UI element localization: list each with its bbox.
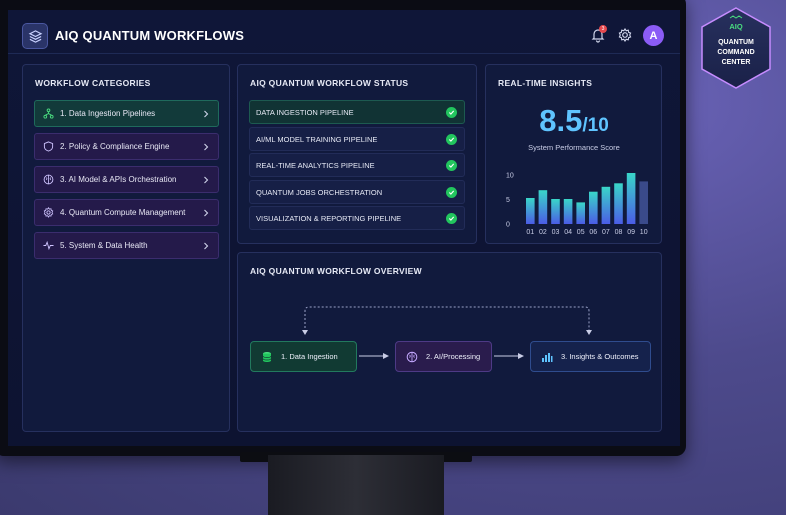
badge-logo-text: AIQ bbox=[729, 22, 743, 31]
x-tick-label: 03 bbox=[552, 229, 560, 236]
chart-bar bbox=[526, 198, 535, 224]
x-tick-label: 08 bbox=[615, 229, 623, 236]
chart-bar bbox=[538, 190, 548, 224]
y-tick-label: 0 bbox=[506, 222, 510, 229]
avatar[interactable]: A bbox=[643, 25, 664, 46]
gear-icon[interactable] bbox=[617, 27, 633, 43]
chart-bar bbox=[614, 183, 623, 224]
category-label: 4. Quantum Compute Management bbox=[60, 208, 186, 217]
arrow-down-icon bbox=[586, 330, 592, 335]
check-icon bbox=[446, 212, 457, 224]
chevron-right-icon bbox=[204, 110, 209, 117]
flow-node-ai-processing[interactable]: 2. AI/Processing bbox=[395, 341, 492, 372]
pulse-icon bbox=[43, 240, 54, 251]
panel-title: WORKFLOW CATEGORIES bbox=[35, 78, 151, 88]
category-label: 2. Policy & Compliance Engine bbox=[60, 142, 170, 151]
x-tick-label: 02 bbox=[539, 229, 547, 236]
monitor-stand bbox=[268, 455, 444, 515]
chart-bar bbox=[639, 181, 648, 224]
workflow-categories-panel: WORKFLOW CATEGORIES 1. Data Ingestion Pi… bbox=[22, 64, 230, 432]
check-icon bbox=[446, 133, 457, 145]
x-tick-label: 04 bbox=[564, 229, 572, 236]
chart-bar bbox=[589, 191, 598, 224]
chart-bar bbox=[551, 199, 560, 224]
chart-bar bbox=[563, 199, 573, 224]
y-tick-label: 5 bbox=[506, 197, 510, 204]
x-tick-label: 07 bbox=[602, 229, 610, 236]
panel-title: REAL-TIME INSIGHTS bbox=[498, 78, 593, 88]
status-label: DATA INGESTION PIPELINE bbox=[256, 107, 354, 117]
status-label: REAL-TIME ANALYTICS PIPELINE bbox=[256, 160, 375, 170]
badge-line-3: CENTER bbox=[721, 59, 751, 66]
brain-icon bbox=[43, 174, 54, 185]
flow-node-data-ingestion[interactable]: 1. Data Ingestion bbox=[250, 341, 357, 372]
score-suffix: /10 bbox=[582, 115, 609, 136]
chevron-right-icon bbox=[204, 242, 209, 249]
status-label: AI/ML MODEL TRAINING PIPELINE bbox=[256, 134, 378, 144]
category-label: 1. Data Ingestion Pipelines bbox=[60, 109, 156, 118]
app-header: AIQ QUANTUM WORKFLOWS 3 A bbox=[8, 10, 680, 54]
y-tick-label: 10 bbox=[506, 173, 514, 180]
chevron-right-icon bbox=[204, 209, 209, 216]
category-item-ai-model-orchestration[interactable]: 3. AI Model & APIs Orchestration bbox=[34, 166, 219, 193]
check-icon bbox=[446, 159, 457, 171]
chevron-right-icon bbox=[204, 143, 209, 150]
category-item-quantum-compute[interactable]: 4. Quantum Compute Management bbox=[34, 199, 219, 226]
status-row[interactable]: REAL-TIME ANALYTICS PIPELINE bbox=[249, 153, 465, 177]
gear-icon bbox=[43, 207, 54, 218]
database-icon bbox=[262, 351, 272, 362]
layers-logo-icon[interactable] bbox=[22, 23, 48, 49]
category-label: 5. System & Data Health bbox=[60, 241, 148, 250]
score-caption: System Performance Score bbox=[528, 143, 620, 152]
panel-title: AIQ QUANTUM WORKFLOW STATUS bbox=[250, 78, 409, 88]
x-tick-label: 09 bbox=[627, 229, 635, 236]
realtime-insights-panel: REAL-TIME INSIGHTS 8.5/10 System Perform… bbox=[485, 64, 662, 244]
arrow-down-icon bbox=[302, 330, 308, 335]
shield-icon bbox=[43, 141, 54, 152]
network-icon bbox=[43, 108, 54, 119]
chart-bar bbox=[601, 186, 611, 224]
app-title: AIQ QUANTUM WORKFLOWS bbox=[55, 28, 245, 43]
feedback-loop-line bbox=[304, 306, 590, 332]
status-label: VISUALIZATION & REPORTING PIPELINE bbox=[256, 213, 402, 223]
check-icon bbox=[446, 186, 457, 198]
performance-bar-chart: 10 5 0 01 02 03 04 05 06 07 08 09 10 bbox=[506, 173, 648, 236]
bar-chart-icon bbox=[542, 352, 553, 362]
status-row[interactable]: DATA INGESTION PIPELINE bbox=[249, 100, 465, 124]
flow-node-insights-outcomes[interactable]: 3. Insights & Outcomes bbox=[530, 341, 651, 372]
x-tick-label: 01 bbox=[526, 229, 534, 236]
workflow-overview-panel: AIQ QUANTUM WORKFLOW OVERVIEW 1. Data In… bbox=[237, 252, 662, 432]
status-row[interactable]: VISUALIZATION & REPORTING PIPELINE bbox=[249, 206, 465, 230]
status-row[interactable]: QUANTUM JOBS ORCHESTRATION bbox=[249, 180, 465, 204]
status-row[interactable]: AI/ML MODEL TRAINING PIPELINE bbox=[249, 127, 465, 151]
dashboard-screen: AIQ QUANTUM WORKFLOWS 3 A WORKFLOW CATEG… bbox=[8, 10, 680, 446]
chart-bar bbox=[576, 202, 585, 224]
badge-line-2: COMMAND bbox=[717, 49, 755, 56]
category-item-system-health[interactable]: 5. System & Data Health bbox=[34, 232, 219, 259]
status-label: QUANTUM JOBS ORCHESTRATION bbox=[256, 187, 383, 197]
chevron-right-icon bbox=[204, 176, 209, 183]
node-label: 2. AI/Processing bbox=[426, 352, 481, 361]
x-tick-label: 10 bbox=[640, 229, 648, 236]
score-value: 8.5 bbox=[539, 103, 583, 138]
brain-icon bbox=[406, 351, 418, 362]
chart-bar bbox=[626, 173, 636, 224]
x-tick-label: 06 bbox=[589, 229, 597, 236]
node-label: 3. Insights & Outcomes bbox=[561, 352, 639, 361]
node-label: 1. Data Ingestion bbox=[281, 352, 338, 361]
performance-score: 8.5/10 bbox=[486, 103, 662, 139]
category-label: 3. AI Model & APIs Orchestration bbox=[60, 175, 177, 184]
workflow-status-panel: AIQ QUANTUM WORKFLOW STATUS DATA INGESTI… bbox=[237, 64, 477, 244]
category-item-data-ingestion[interactable]: 1. Data Ingestion Pipelines bbox=[34, 100, 219, 127]
x-tick-label: 05 bbox=[577, 229, 585, 236]
category-item-policy-compliance[interactable]: 2. Policy & Compliance Engine bbox=[34, 133, 219, 160]
notification-badge: 3 bbox=[599, 25, 607, 33]
check-icon bbox=[446, 106, 457, 118]
badge-line-1: QUANTUM bbox=[718, 39, 754, 46]
